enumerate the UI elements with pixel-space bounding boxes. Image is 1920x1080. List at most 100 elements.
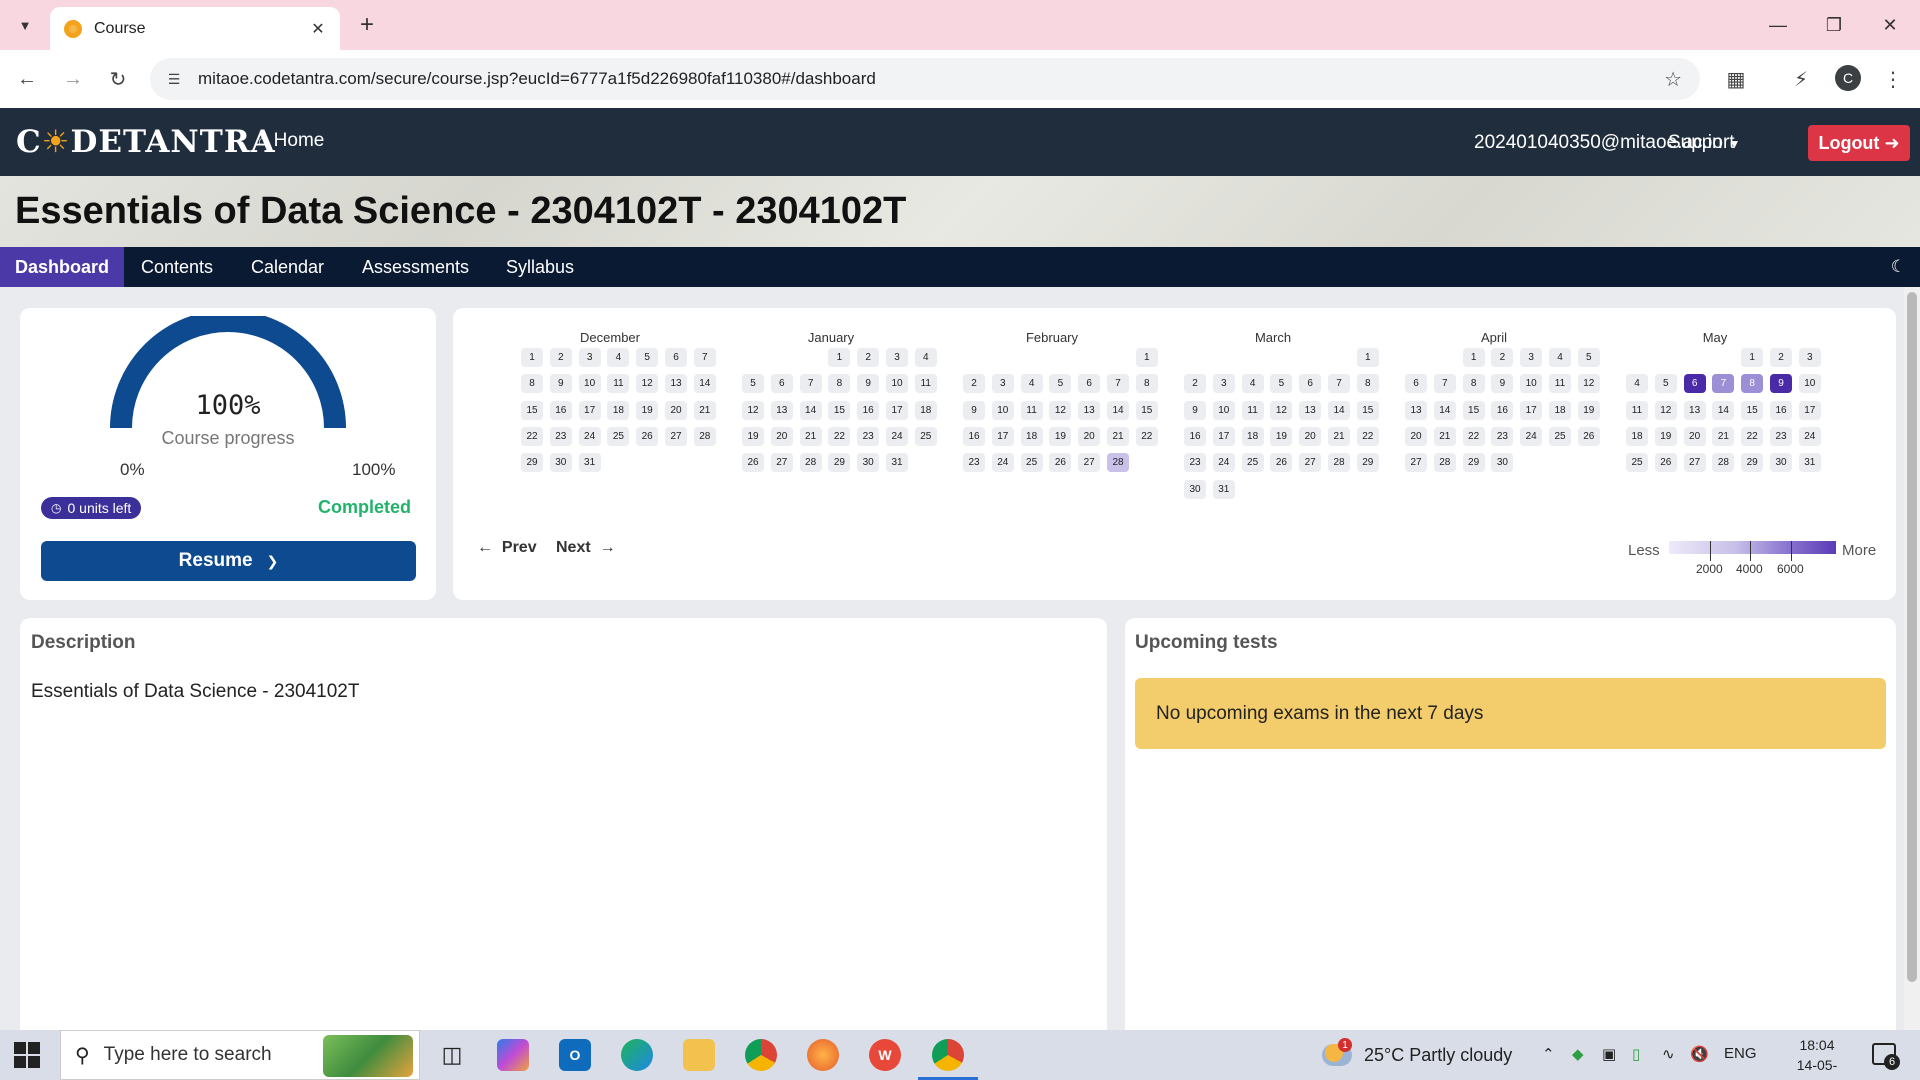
calendar-day[interactable]: 8 [828, 374, 851, 394]
calendar-day[interactable]: 5 [1577, 348, 1600, 367]
calendar-day[interactable]: 31 [1212, 479, 1235, 499]
calendar-day[interactable]: 20 [1078, 426, 1101, 446]
wifi-icon[interactable]: ∿ [1662, 1045, 1675, 1063]
volume-muted-icon[interactable]: 🔇 [1690, 1045, 1709, 1063]
calendar-day[interactable]: 27 [1405, 453, 1427, 473]
calendar-day[interactable]: 14 [1712, 400, 1735, 420]
calendar-day[interactable]: 12 [1270, 400, 1293, 420]
calendar-day[interactable]: 7 [1433, 374, 1456, 394]
calendar-day[interactable]: 4 [607, 348, 630, 367]
calendar-day[interactable]: 4 [1626, 374, 1648, 394]
calendar-day[interactable]: 23 [1770, 426, 1792, 446]
calendar-day[interactable]: 23 [1491, 426, 1514, 446]
calendar-day[interactable]: 26 [1049, 453, 1072, 473]
file-explorer-icon[interactable] [683, 1039, 715, 1071]
calendar-day[interactable]: 22 [521, 426, 543, 446]
calendar-day[interactable]: 19 [1654, 426, 1677, 446]
calendar-day[interactable]: 19 [1577, 400, 1600, 420]
calendar-day[interactable]: 4 [1020, 374, 1043, 394]
resume-button[interactable]: Resume ❯ [41, 541, 416, 581]
calendar-day[interactable]: 16 [963, 426, 985, 446]
calendar-day[interactable]: 21 [1712, 426, 1735, 446]
calendar-day[interactable]: 2 [1491, 348, 1514, 367]
close-tab-icon[interactable]: ✕ [306, 17, 330, 41]
tab-calendar[interactable]: Calendar [236, 247, 339, 287]
calendar-day[interactable]: 29 [1741, 453, 1764, 473]
calendar-day[interactable]: 26 [1654, 453, 1677, 473]
calendar-day[interactable]: 26 [636, 426, 659, 446]
calendar-day[interactable]: 9 [1770, 374, 1792, 394]
calendar-day[interactable]: 16 [549, 400, 572, 420]
reload-icon[interactable]: ↻ [101, 62, 135, 96]
support-link[interactable]: Support [1668, 132, 1735, 154]
calendar-day[interactable]: 12 [1577, 374, 1600, 394]
taskbar-search[interactable]: ⚲ Type here to search [60, 1030, 420, 1080]
calendar-day[interactable]: 18 [914, 400, 937, 420]
calendar-day[interactable]: 10 [1798, 374, 1821, 394]
calendar-day[interactable]: 5 [1654, 374, 1677, 394]
calendar-day[interactable]: 1 [1741, 348, 1764, 367]
calendar-day[interactable]: 5 [636, 348, 659, 367]
calendar-day[interactable]: 6 [1405, 374, 1427, 394]
calendar-day[interactable]: 11 [1020, 400, 1043, 420]
calendar-day[interactable]: 1 [1135, 348, 1158, 367]
calendar-day[interactable]: 24 [1212, 453, 1235, 473]
calendar-day[interactable]: 7 [799, 374, 822, 394]
calendar-day[interactable]: 4 [1549, 348, 1571, 367]
calendar-day[interactable]: 18 [1241, 426, 1264, 446]
calendar-day[interactable]: 11 [1241, 400, 1264, 420]
chrome-profile-icon[interactable] [932, 1039, 964, 1071]
calendar-day[interactable]: 4 [914, 348, 937, 367]
calendar-day[interactable]: 6 [770, 374, 793, 394]
profile-avatar[interactable]: C [1835, 65, 1861, 91]
calendar-day[interactable]: 30 [857, 453, 880, 473]
calendar-day[interactable]: 25 [1020, 453, 1043, 473]
calendar-day[interactable]: 28 [1712, 453, 1735, 473]
calendar-day[interactable]: 12 [1049, 400, 1072, 420]
calendar-day[interactable]: 4 [1241, 374, 1264, 394]
calendar-day[interactable]: 21 [799, 426, 822, 446]
tab-dashboard[interactable]: Dashboard [0, 247, 125, 287]
calendar-day[interactable]: 3 [886, 348, 908, 367]
calendar-day[interactable]: 3 [1798, 348, 1821, 367]
calendar-day[interactable]: 24 [1798, 426, 1821, 446]
calendar-day[interactable]: 28 [1107, 453, 1129, 473]
menu-kebab-icon[interactable]: ⋮ [1876, 62, 1910, 96]
calendar-day[interactable]: 9 [963, 400, 985, 420]
calendar-day[interactable]: 8 [521, 374, 543, 394]
calendar-day[interactable]: 10 [1520, 374, 1543, 394]
calendar-day[interactable]: 6 [1299, 374, 1322, 394]
calendar-day[interactable]: 3 [1520, 348, 1543, 367]
calendar-day[interactable]: 20 [665, 400, 687, 420]
calendar-day[interactable]: 25 [914, 426, 937, 446]
back-icon[interactable]: ← [10, 62, 44, 96]
calendar-day[interactable]: 6 [1683, 374, 1706, 394]
calendar-day[interactable]: 29 [521, 453, 543, 473]
calendar-day[interactable]: 21 [1107, 426, 1129, 446]
calendar-day[interactable]: 8 [1356, 374, 1379, 394]
chrome-icon[interactable] [745, 1039, 777, 1071]
calendar-day[interactable]: 22 [1741, 426, 1764, 446]
camera-icon[interactable]: ▣ [1602, 1045, 1616, 1063]
calendar-day[interactable]: 20 [1299, 426, 1322, 446]
calendar-day[interactable]: 30 [549, 453, 572, 473]
calendar-day[interactable]: 3 [1212, 374, 1235, 394]
calendar-day[interactable]: 15 [1741, 400, 1764, 420]
calendar-day[interactable]: 27 [1299, 453, 1322, 473]
calendar-day[interactable]: 11 [914, 374, 937, 394]
calendar-day[interactable]: 31 [578, 453, 601, 473]
calendar-day[interactable]: 6 [1078, 374, 1101, 394]
calendar-day[interactable]: 23 [1184, 453, 1206, 473]
address-bar[interactable]: ☰ mitaoe.codetantra.com/secure/course.js… [150, 58, 1700, 100]
calendar-day[interactable]: 20 [1683, 426, 1706, 446]
calendar-day[interactable]: 14 [799, 400, 822, 420]
calendar-day[interactable]: 14 [1328, 400, 1350, 420]
calendar-day[interactable]: 10 [886, 374, 908, 394]
forward-icon[interactable]: → [56, 62, 90, 96]
calendar-day[interactable]: 14 [693, 374, 716, 394]
calendar-day[interactable]: 20 [1405, 426, 1427, 446]
tab-syllabus[interactable]: Syllabus [491, 247, 589, 287]
calendar-day[interactable]: 22 [1356, 426, 1379, 446]
calendar-day[interactable]: 8 [1135, 374, 1158, 394]
calendar-day[interactable]: 1 [1356, 348, 1379, 367]
